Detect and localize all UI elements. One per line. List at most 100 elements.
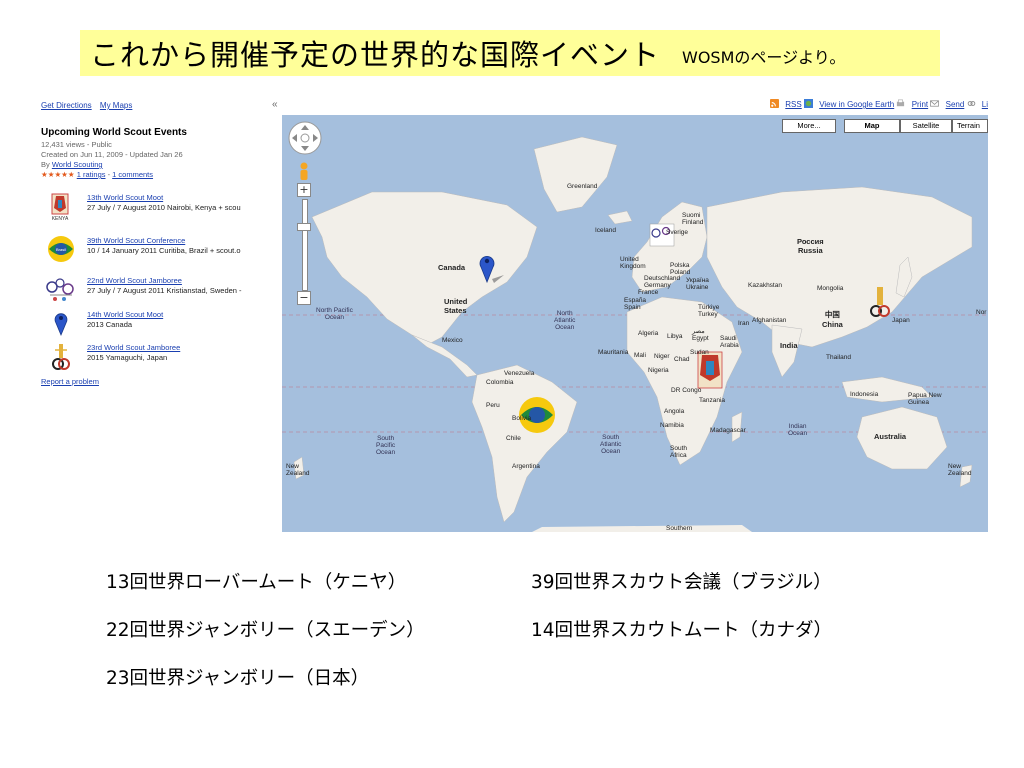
rating-stars-icon[interactable]: ★★★★★ [41, 170, 75, 179]
map-sidebar: Get Directions My Maps « Upcoming World … [40, 97, 280, 532]
event-detail: 27 July / 7 August 2010 Nairobi, Kenya +… [87, 203, 241, 212]
sidebar-top-links: Get Directions My Maps [41, 101, 138, 110]
event-item[interactable]: 22nd World Scout Jamboree 27 July / 7 Au… [40, 275, 280, 307]
map-label: Southern [666, 525, 693, 532]
rss-icon[interactable] [770, 99, 780, 108]
map-label: Україна Ukraine [686, 277, 709, 291]
comments-link[interactable]: 1 comments [112, 170, 153, 179]
rss-link[interactable]: RSS [785, 100, 801, 109]
map-label: مصر Egypt [692, 328, 709, 342]
event-item[interactable]: Brasil 39th World Scout Conference 10 / … [40, 235, 280, 267]
zoom-slider-handle[interactable] [297, 223, 311, 231]
event-line-jp: 13回世界ローバームート（ケニヤ） [106, 572, 407, 593]
send-link[interactable]: Send [946, 100, 965, 109]
map-label: Japan [892, 317, 910, 324]
slide-title-source: WOSMのページより。 [682, 48, 846, 67]
map-meta: 12,431 views - Public Created on Jun 11,… [41, 140, 183, 180]
ratings-link[interactable]: 1 ratings [77, 170, 106, 179]
map-type-map-button[interactable]: Map [844, 119, 900, 133]
map-author-line: By World Scouting [41, 160, 183, 170]
map-toolbar: RSS View in Google Earth Print Send Li [770, 99, 988, 109]
map-label: Nor [976, 309, 987, 316]
map-label: Bolivia [512, 415, 532, 422]
zoom-out-button[interactable]: − [297, 291, 311, 305]
map-label: Argentina [512, 463, 540, 470]
map-label: New Zealand [286, 463, 310, 477]
event-line-jp: 23回世界ジャンボリー（日本） [106, 668, 370, 689]
google-earth-icon[interactable] [803, 99, 813, 108]
map-label: Mauritania [598, 349, 629, 356]
my-maps-link[interactable]: My Maps [100, 101, 132, 110]
pan-control-icon[interactable] [288, 121, 322, 155]
print-link[interactable]: Print [912, 100, 928, 109]
map-label: Mali [634, 352, 646, 359]
map-label: Chile [506, 435, 521, 442]
map-label: Chad [674, 356, 690, 363]
event-item[interactable]: 23rd World Scout Jamboree 2015 Yamaguchi… [40, 342, 280, 374]
event-detail: 2015 Yamaguchi, Japan [87, 353, 168, 362]
map-label: Türkiye Turkey [698, 304, 720, 318]
event-name[interactable]: 39th World Scout Conference [87, 236, 185, 245]
map-label: Algeria [638, 330, 659, 337]
map-label: Россия Russia [797, 237, 824, 255]
map-label: Sudan [690, 349, 709, 356]
zoom-slider-track[interactable] [302, 199, 308, 291]
event-detail: 10 / 14 January 2011 Curitiba, Brazil + … [87, 246, 241, 255]
view-google-earth-link[interactable]: View in Google Earth [819, 100, 894, 109]
event-name[interactable]: 22nd World Scout Jamboree [87, 276, 182, 285]
event-line-jp: 39回世界スカウト会議（ブラジル） [531, 572, 832, 593]
get-directions-link[interactable]: Get Directions [41, 101, 92, 110]
link-icon[interactable] [967, 99, 976, 108]
rating-line: ★★★★★ 1 ratings - 1 comments [41, 170, 183, 180]
map-views: 12,431 views - Public [41, 140, 112, 149]
map-label: Sverige [666, 229, 689, 236]
japan-jamboree-logo-icon [52, 344, 70, 370]
map-view[interactable]: Greenland Iceland Canada United States M… [282, 97, 988, 532]
collapse-sidebar-button[interactable]: « [272, 99, 278, 110]
map-label: Venezuela [504, 370, 535, 377]
map-label: Mongolia [817, 285, 844, 292]
mail-icon[interactable] [930, 99, 940, 108]
map-label: Namibia [660, 422, 684, 429]
report-problem-link[interactable]: Report a problem [41, 377, 99, 386]
google-map-screenshot: Get Directions My Maps « Upcoming World … [40, 97, 988, 532]
event-name[interactable]: 13th World Scout Moot [87, 193, 163, 202]
map-label: Indonesia [850, 391, 879, 398]
event-name[interactable]: 23rd World Scout Jamboree [87, 343, 180, 352]
map-label: Afghanistan [752, 317, 787, 324]
map-label: Papua New Guinea [908, 392, 942, 406]
map-label: Niger [654, 353, 670, 360]
map-label: Libya [667, 333, 683, 340]
event-item[interactable]: KENYA 13th World Scout Moot 27 July / 7 … [40, 192, 280, 224]
print-icon[interactable] [896, 99, 905, 108]
map-label: France [638, 289, 659, 296]
map-label: United Kingdom [620, 256, 646, 270]
event-item[interactable]: 14th World Scout Moot 2013 Canada [40, 309, 280, 341]
brazil-2011-logo-icon: Brasil [48, 236, 74, 262]
map-label: Kazakhstan [748, 282, 782, 289]
kenya-marker-icon[interactable] [697, 351, 723, 389]
map-pin-icon [54, 313, 68, 337]
map-label: Indian Ocean [788, 423, 808, 437]
map-title: Upcoming World Scout Events [41, 127, 187, 138]
map-label: New Zealand [948, 463, 972, 477]
zoom-in-button[interactable]: + [297, 183, 311, 197]
more-button[interactable]: More... [782, 119, 836, 133]
link-link[interactable]: Li [982, 100, 988, 109]
map-label: Iran [738, 320, 750, 327]
map-label: Colombia [486, 379, 514, 386]
map-label: Canada [438, 263, 466, 272]
pegman-icon[interactable] [297, 161, 311, 183]
event-name[interactable]: 14th World Scout Moot [87, 310, 163, 319]
map-label: Thailand [826, 354, 851, 361]
map-label: Polska Poland [670, 262, 691, 276]
by-label: By [41, 160, 50, 169]
map-created: Created on Jun 11, 2009 - Updated Jan 26 [41, 150, 183, 159]
map-label: Mexico [442, 337, 463, 344]
map-label: Angola [664, 408, 685, 415]
map-type-terrain-button[interactable]: Terrain [952, 119, 988, 133]
map-label: España Spain [624, 297, 647, 311]
map-type-satellite-button[interactable]: Satellite [900, 119, 952, 133]
author-link[interactable]: World Scouting [52, 160, 103, 169]
map-label: North Atlantic Ocean [554, 310, 576, 331]
